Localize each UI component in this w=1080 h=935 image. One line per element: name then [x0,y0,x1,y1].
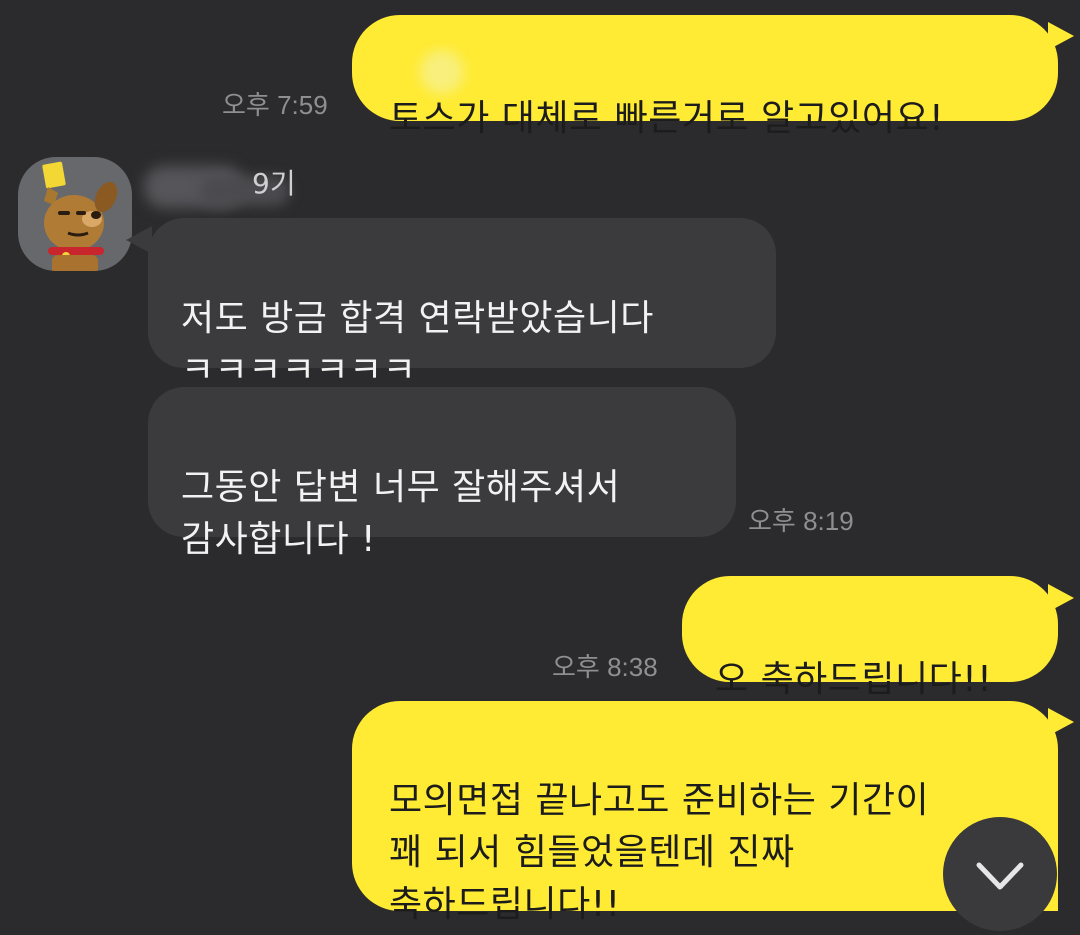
incoming-message-bubble[interactable]: 저도 방금 합격 연락받았습니다 ㅋㅋㅋㅋㅋㅋㅋ [148,218,776,391]
outgoing-message-bubble[interactable]: 오 축하드립니다!! [682,576,1058,700]
message-timestamp: 오후 8:19 [748,506,854,536]
bubble-tail [1048,708,1074,736]
bubble-tail [1048,584,1074,612]
bubble-tail [1048,22,1074,50]
sender-avatar[interactable] [18,157,132,271]
sender-name: 9기 [140,160,310,216]
message-timestamp: 오후 7:59 [222,90,328,120]
message-text: 모의면접 끝나고도 준비하는 기간이 꽤 되서 힘들었을텐데 진짜 축하드립니다… [389,780,930,925]
sender-name-suffix: 9기 [252,167,296,200]
message-text: 오 축하드립니다!! [715,659,993,700]
chevron-down-icon [976,862,1024,890]
dog-character-avatar-icon [42,161,118,271]
scroll-to-bottom-button[interactable] [943,817,1057,931]
message-text: 그동안 답변 너무 잘해주셔서 감사합니다 ! [181,467,621,560]
incoming-message-bubble[interactable]: 그동안 답변 너무 잘해주셔서 감사합니다 ! [148,387,736,560]
message-text: 저도 방금 합격 연락받았습니다 ㅋㅋㅋㅋㅋㅋㅋ [181,298,654,391]
message-text: 토스가 대체로 빠른거로 알고있어요! [389,98,945,139]
message-timestamp: 오후 8:38 [552,652,658,682]
redaction-blur [420,50,464,94]
